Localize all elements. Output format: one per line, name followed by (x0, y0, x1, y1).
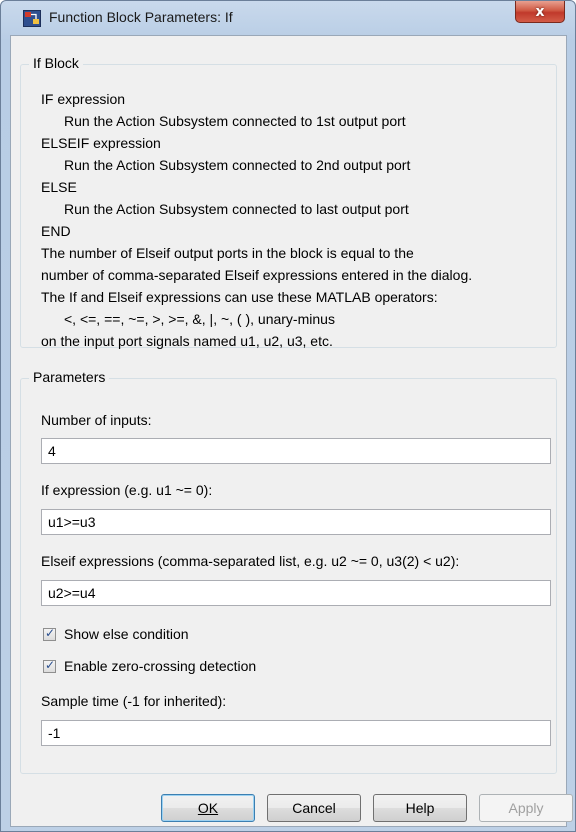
checkmark-icon: ✓ (45, 657, 56, 672)
description-line: Run the Action Subsystem connected to 2n… (64, 157, 411, 173)
description-line: on the input port signals named u1, u2, … (41, 333, 333, 349)
title-bar: Function Block Parameters: If x (1, 1, 575, 35)
ok-button[interactable]: OK (161, 794, 255, 822)
zero-crossing-checkbox[interactable]: ✓ (43, 657, 56, 673)
elseif-expressions-label: Elseif expressions (comma-separated list… (41, 553, 460, 569)
cancel-button[interactable]: Cancel (267, 794, 361, 822)
num-inputs-field[interactable] (41, 438, 551, 464)
if-expression-field[interactable] (41, 509, 551, 535)
cancel-button-label: Cancel (292, 800, 336, 816)
description-line: The If and Elseif expressions can use th… (41, 289, 438, 305)
close-icon: x (535, 3, 545, 20)
description-line: The number of Elseif output ports in the… (41, 245, 414, 261)
apply-button-label: Apply (508, 800, 544, 816)
help-button[interactable]: Help (373, 794, 467, 822)
elseif-expressions-field[interactable] (41, 580, 551, 606)
description-group-label: If Block (29, 55, 83, 71)
help-button-label: Help (405, 800, 435, 816)
show-else-checkbox-row[interactable]: ✓ Show else condition (43, 626, 189, 642)
sample-time-label: Sample time (-1 for inherited): (41, 693, 227, 709)
dialog-window: Function Block Parameters: If x If Block… (0, 0, 576, 832)
description-line: END (41, 223, 71, 239)
show-else-checkbox[interactable]: ✓ (43, 625, 56, 641)
description-line: ELSE (41, 179, 77, 195)
num-inputs-label: Number of inputs: (41, 412, 152, 428)
description-line: ELSEIF expression (41, 135, 161, 151)
parameters-group-label: Parameters (29, 369, 110, 385)
description-line: <, <=, ==, ~=, >, >=, &, |, ~, ( ), unar… (64, 311, 335, 327)
description-group: If Block IF expression Run the Action Su… (20, 55, 557, 349)
close-button[interactable]: x (515, 1, 565, 23)
apply-button: Apply (479, 794, 573, 822)
description-line: IF expression (41, 91, 126, 107)
dialog-client-area: If Block IF expression Run the Action Su… (10, 35, 573, 827)
description-line: Run the Action Subsystem connected to 1s… (64, 113, 406, 129)
ok-button-label: OK (197, 800, 219, 816)
description-line: Run the Action Subsystem connected to la… (64, 201, 409, 217)
zero-crossing-label: Enable zero-crossing detection (64, 658, 257, 674)
sample-time-field[interactable] (41, 720, 551, 746)
zero-crossing-checkbox-row[interactable]: ✓ Enable zero-crossing detection (43, 658, 256, 674)
simulink-block-icon (23, 10, 41, 27)
if-expression-label: If expression (e.g. u1 ~= 0): (41, 482, 213, 498)
checkmark-icon: ✓ (45, 625, 56, 640)
description-line: number of comma-separated Elseif express… (41, 267, 473, 283)
show-else-label: Show else condition (64, 626, 189, 642)
window-title: Function Block Parameters: If (49, 9, 233, 25)
